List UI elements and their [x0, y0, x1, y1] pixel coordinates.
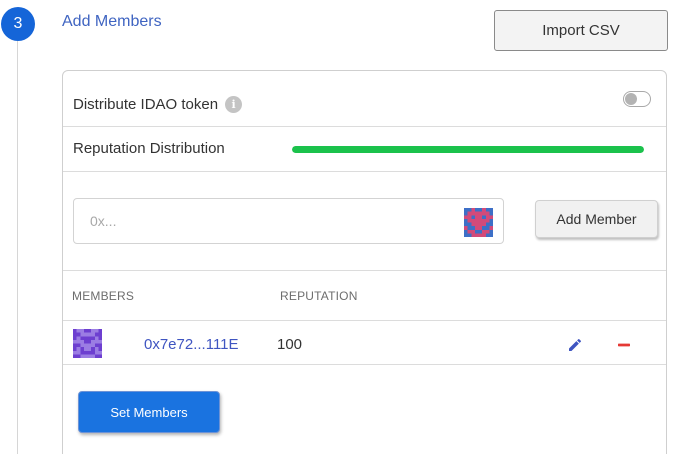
address-input[interactable]	[74, 199, 459, 243]
divider	[63, 364, 666, 365]
divider	[63, 171, 666, 172]
divider	[63, 270, 666, 271]
set-members-button[interactable]: Set Members	[78, 391, 220, 433]
member-reputation-value: 100	[277, 336, 303, 353]
divider	[63, 320, 666, 321]
member-address-link[interactable]: 0x7e72...111E	[144, 336, 239, 353]
members-column-header: MEMBERS	[72, 289, 135, 303]
info-icon[interactable]: i	[225, 96, 243, 113]
step-connector-line	[17, 40, 18, 454]
import-csv-button[interactable]: Import CSV	[494, 10, 668, 51]
step-title: Add Members	[62, 13, 162, 30]
distribute-token-toggle[interactable]	[623, 91, 651, 107]
members-card: Distribute IDAO token i Reputation Distr…	[62, 70, 667, 454]
add-member-button[interactable]: Add Member	[535, 200, 658, 238]
distribute-token-label: Distribute IDAO token	[73, 96, 219, 113]
step-number-badge: 3	[1, 7, 35, 41]
divider	[63, 126, 666, 127]
add-members-step: 3 Add Members Import CSV Distribute IDAO…	[0, 0, 687, 454]
identicon-icon	[464, 208, 493, 237]
reputation-column-header: REPUTATION	[280, 289, 358, 303]
reputation-distribution-label: Reputation Distribution	[73, 140, 225, 157]
distribute-token-row: Distribute IDAO token i	[73, 96, 243, 113]
toggle-knob	[625, 93, 637, 105]
reputation-distribution-fill	[292, 146, 644, 153]
minus-icon[interactable]	[616, 337, 632, 353]
pencil-icon[interactable]	[567, 337, 583, 353]
address-input-container	[73, 198, 504, 244]
reputation-distribution-bar	[292, 146, 644, 153]
member-identicon-icon	[73, 329, 102, 358]
